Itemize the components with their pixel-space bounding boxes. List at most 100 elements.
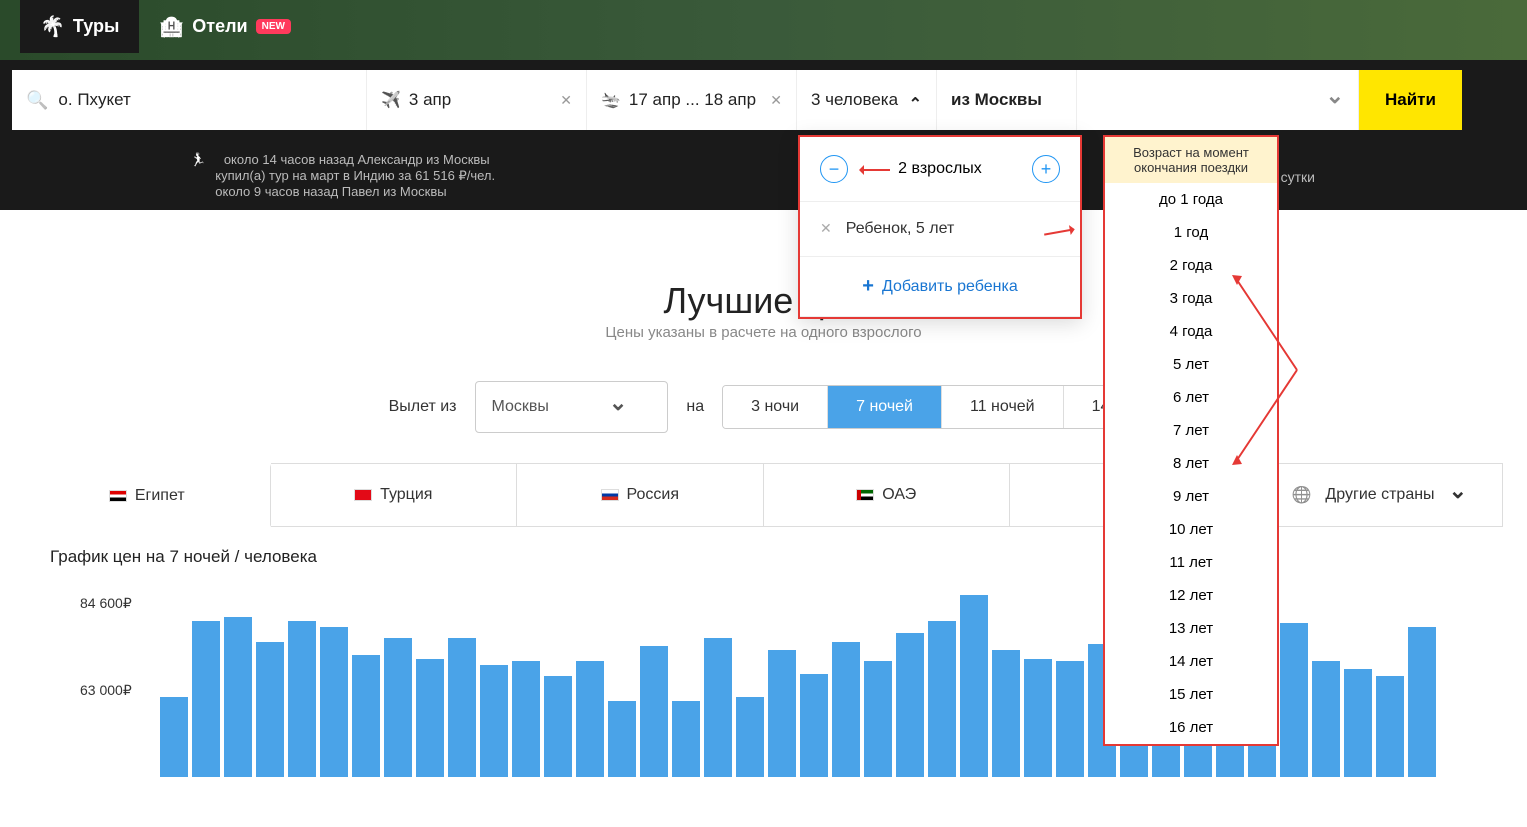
country-tab[interactable]: Египет bbox=[24, 464, 271, 527]
adults-row: − 2 взрослых + bbox=[800, 137, 1080, 202]
return-date-input[interactable]: 17 апр ... 18 апр bbox=[587, 70, 797, 130]
age-option[interactable]: 16 лет bbox=[1105, 711, 1277, 744]
country-tab-label: Египет bbox=[135, 487, 185, 505]
age-option[interactable]: 14 лет bbox=[1105, 645, 1277, 678]
hotel-icon bbox=[159, 14, 184, 39]
age-option[interactable]: 10 лет bbox=[1105, 513, 1277, 546]
clear-return-icon[interactable] bbox=[770, 90, 782, 110]
price-bar[interactable] bbox=[864, 661, 892, 777]
price-bar[interactable] bbox=[224, 617, 252, 777]
price-bar[interactable] bbox=[1376, 676, 1404, 777]
price-bar[interactable] bbox=[608, 701, 636, 777]
age-option[interactable]: 7 лет bbox=[1105, 414, 1277, 447]
price-chart: 84 600₽ 63 000₽ bbox=[160, 587, 1477, 827]
price-bar[interactable] bbox=[320, 627, 348, 777]
price-bar[interactable] bbox=[480, 665, 508, 777]
age-option[interactable]: 6 лет bbox=[1105, 381, 1277, 414]
country-tabs: Египет ТурцияРоссия ОАЭ Другие страны bbox=[24, 463, 1503, 527]
price-bar[interactable] bbox=[1280, 623, 1308, 777]
price-bar[interactable] bbox=[352, 655, 380, 777]
price-bar[interactable] bbox=[448, 638, 476, 777]
age-option[interactable]: 3 года bbox=[1105, 282, 1277, 315]
flag-icon bbox=[856, 489, 874, 501]
price-bar[interactable] bbox=[1056, 661, 1084, 777]
price-bar[interactable] bbox=[160, 697, 188, 777]
country-tab-label: ОАЭ bbox=[882, 486, 916, 504]
price-bar[interactable] bbox=[768, 650, 796, 777]
price-bar[interactable] bbox=[832, 642, 860, 777]
search-button[interactable]: Найти bbox=[1359, 70, 1462, 130]
price-bar[interactable] bbox=[576, 661, 604, 777]
tab-hotels[interactable]: Отели NEW bbox=[139, 0, 311, 53]
from-city-selector[interactable]: из Москвы bbox=[937, 70, 1077, 130]
price-bar[interactable] bbox=[256, 642, 284, 777]
city-select[interactable]: Москвы bbox=[475, 381, 669, 433]
people-popover: − 2 взрослых + Ребенок, 5 лет Добавить р… bbox=[798, 135, 1082, 319]
age-option[interactable]: 8 лет bbox=[1105, 447, 1277, 480]
hero-background: Туры Отели NEW bbox=[0, 0, 1527, 60]
price-bar[interactable] bbox=[1024, 659, 1052, 777]
age-option[interactable]: 4 года bbox=[1105, 315, 1277, 348]
child-label: Ребенок, 5 лет bbox=[846, 220, 955, 238]
clear-depart-icon[interactable] bbox=[560, 90, 572, 110]
price-bar[interactable] bbox=[416, 659, 444, 777]
age-option[interactable]: 5 лет bbox=[1105, 348, 1277, 381]
price-bar[interactable] bbox=[736, 697, 764, 777]
plus-icon bbox=[862, 275, 882, 298]
chevron-down-icon bbox=[1326, 87, 1344, 113]
age-dropdown-header: Возраст на момент окончания поездки bbox=[1105, 137, 1277, 183]
nights-option[interactable]: 7 ночей bbox=[827, 386, 941, 428]
globe-icon bbox=[1292, 485, 1318, 505]
price-bar[interactable] bbox=[384, 638, 412, 777]
price-bar[interactable] bbox=[192, 621, 220, 777]
price-bar[interactable] bbox=[800, 674, 828, 777]
price-bar[interactable] bbox=[928, 621, 956, 777]
people-selector[interactable]: 3 человека bbox=[797, 70, 937, 130]
adults-count-label: 2 взрослых bbox=[898, 160, 982, 178]
age-option[interactable]: 11 лет bbox=[1105, 546, 1277, 579]
depart-date-input[interactable]: 3 апр bbox=[367, 70, 587, 130]
destination-input[interactable]: о. Пхукет bbox=[12, 70, 367, 130]
nights-option[interactable]: 3 ночи bbox=[723, 386, 827, 428]
price-bar[interactable] bbox=[1344, 669, 1372, 777]
country-tab[interactable]: Другие страны bbox=[1257, 464, 1504, 526]
city-select-value: Москвы bbox=[492, 398, 549, 416]
price-bar[interactable] bbox=[704, 638, 732, 777]
price-bar[interactable] bbox=[1408, 627, 1436, 777]
price-bar[interactable] bbox=[960, 595, 988, 777]
age-option[interactable]: 1 год bbox=[1105, 216, 1277, 249]
price-bar[interactable] bbox=[640, 646, 668, 777]
add-child-button[interactable]: Добавить ребенка bbox=[800, 257, 1080, 317]
nights-option[interactable]: 11 ночей bbox=[941, 386, 1063, 428]
price-bar[interactable] bbox=[1312, 661, 1340, 777]
price-bar[interactable] bbox=[512, 661, 540, 777]
add-child-label: Добавить ребенка bbox=[882, 278, 1018, 296]
search-bar: о. Пхукет 3 апр 17 апр ... 18 апр 3 чело… bbox=[0, 60, 1527, 140]
age-option[interactable]: 12 лет bbox=[1105, 579, 1277, 612]
remove-child-icon[interactable] bbox=[820, 220, 832, 238]
runner-icon bbox=[190, 152, 220, 167]
age-option[interactable]: 15 лет bbox=[1105, 678, 1277, 711]
age-option[interactable]: 13 лет bbox=[1105, 612, 1277, 645]
price-bar[interactable] bbox=[288, 621, 316, 777]
extra-selector[interactable] bbox=[1077, 70, 1359, 130]
age-option[interactable]: 9 лет bbox=[1105, 480, 1277, 513]
decrease-adults-button[interactable]: − bbox=[820, 155, 848, 183]
search-icon bbox=[26, 90, 58, 111]
chevron-down-icon bbox=[609, 394, 627, 420]
price-bar[interactable] bbox=[896, 633, 924, 777]
increase-adults-button[interactable]: + bbox=[1032, 155, 1060, 183]
country-tab[interactable]: Россия bbox=[517, 464, 764, 526]
country-tab[interactable]: ОАЭ bbox=[764, 464, 1011, 526]
price-bar[interactable] bbox=[544, 676, 572, 777]
age-option[interactable]: 2 года bbox=[1105, 249, 1277, 282]
age-option[interactable]: до 1 года bbox=[1105, 183, 1277, 216]
country-tab[interactable]: Турция bbox=[271, 464, 518, 526]
headline-section: Лучшие цен Цены указаны в расчете на одн… bbox=[0, 210, 1527, 351]
tab-tours[interactable]: Туры bbox=[20, 0, 139, 53]
price-bar[interactable] bbox=[992, 650, 1020, 777]
plane-depart-icon bbox=[381, 90, 409, 109]
price-bar[interactable] bbox=[672, 701, 700, 777]
country-tab-label: Другие страны bbox=[1325, 486, 1434, 504]
flag-icon bbox=[354, 489, 372, 501]
